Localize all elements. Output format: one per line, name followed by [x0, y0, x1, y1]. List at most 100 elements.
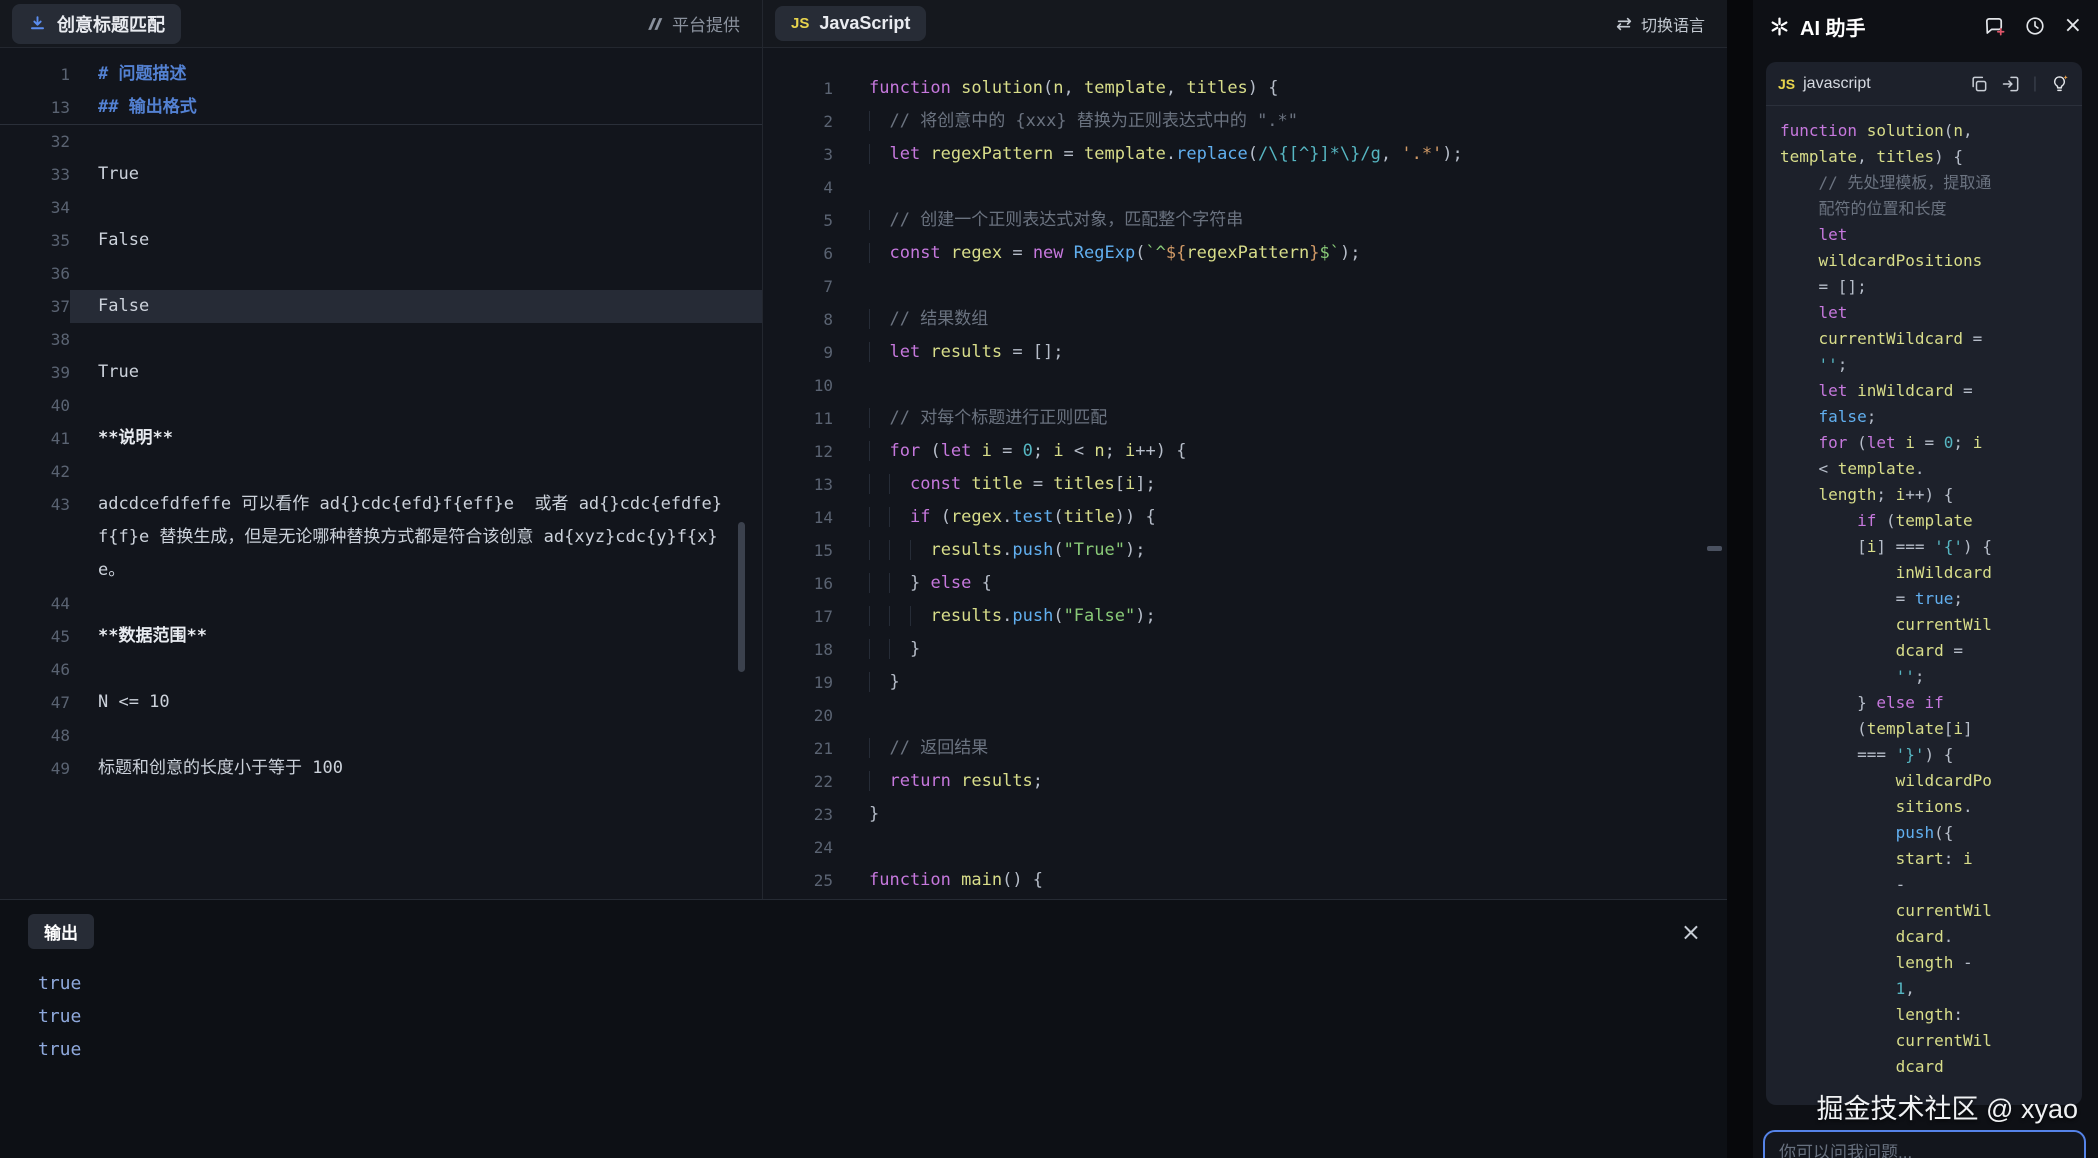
- swap-arrows-icon: [1615, 17, 1633, 31]
- code-line: 11 // 对每个标题进行正则匹配: [763, 402, 1727, 435]
- code-line: 2 // 将创意中的 {xxx} 替换为正则表达式中的 ".*": [763, 105, 1727, 138]
- watermark: 掘金技术社区 @ xyao: [1817, 1087, 2078, 1126]
- markdown-line: 35False: [0, 224, 762, 257]
- output-line: true: [38, 967, 1727, 1000]
- ai-code-line: template, titles) {: [1780, 144, 2068, 170]
- editor-panel: JS JavaScript 切换语言 1function solution(n,…: [763, 0, 1727, 899]
- ai-code-line: dcard =: [1780, 638, 2068, 664]
- ai-code-line: if (template: [1780, 508, 2068, 534]
- ai-code-line: length:: [1780, 1002, 2068, 1028]
- main-column: 创意标题匹配 平台提供 1# 问题描述13## 输出格式3233True3435…: [0, 0, 1727, 1158]
- markdown-line: 46: [0, 653, 762, 686]
- editor-panel-header: JS JavaScript 切换语言: [763, 0, 1727, 48]
- output-console: truetruetrue: [0, 949, 1727, 1066]
- code-line: 1function solution(n, template, titles) …: [763, 72, 1727, 105]
- ai-code-line: let inWildcard =: [1780, 378, 2068, 404]
- ai-code-line: start: i: [1780, 846, 2068, 872]
- markdown-line: 42: [0, 455, 762, 488]
- ai-code-line: dcard: [1780, 1054, 2068, 1080]
- language-tab[interactable]: JS JavaScript: [775, 6, 926, 41]
- ai-code-line: dcard.: [1780, 924, 2068, 950]
- code-line: 21 // 返回结果: [763, 732, 1727, 765]
- ai-code-line: < template.: [1780, 456, 2068, 482]
- ai-code-line: let: [1780, 222, 2068, 248]
- workspace: 创意标题匹配 平台提供 1# 问题描述13## 输出格式3233True3435…: [0, 0, 1727, 899]
- app-window: 创意标题匹配 平台提供 1# 问题描述13## 输出格式3233True3435…: [0, 0, 2098, 1158]
- markdown-line: 32: [0, 125, 762, 158]
- ai-code-line: currentWildcard =: [1780, 326, 2068, 352]
- problem-scrollbar-thumb[interactable]: [738, 522, 745, 672]
- code-line: 25function main() {: [763, 864, 1727, 897]
- problem-source-view[interactable]: 1# 问题描述13## 输出格式3233True3435False3637Fal…: [0, 48, 762, 899]
- ai-code-line: length -: [1780, 950, 2068, 976]
- problem-tab[interactable]: 创意标题匹配: [12, 4, 181, 44]
- code-line: 19 }: [763, 666, 1727, 699]
- editor-scrollbar-marker[interactable]: [1707, 546, 1722, 551]
- ai-code-line: push({: [1780, 820, 2068, 846]
- ai-code-card-actions: |: [1969, 73, 2070, 94]
- ai-chat-input[interactable]: [1779, 1143, 2070, 1158]
- code-line: 4: [763, 171, 1727, 204]
- ai-code-block[interactable]: function solution(n,template, titles) { …: [1766, 106, 2082, 1092]
- output-tab[interactable]: 输出: [28, 914, 94, 949]
- ai-code-line: for (let i = 0; i: [1780, 430, 2068, 456]
- ai-code-line: currentWil: [1780, 1028, 2068, 1054]
- ai-code-line: 1,: [1780, 976, 2068, 1002]
- output-close-icon[interactable]: ×: [1681, 920, 1701, 944]
- platform-logo-icon: [644, 16, 664, 32]
- ai-code-card: JS javascript |: [1766, 62, 2082, 1105]
- ai-code-line: = [];: [1780, 274, 2068, 300]
- ai-code-line: 配符的位置和长度: [1780, 196, 2068, 222]
- language-tab-label: JavaScript: [819, 13, 910, 34]
- code-line: 14 if (regex.test(title)) {: [763, 501, 1727, 534]
- markdown-line: 33True: [0, 158, 762, 191]
- code-line: 3 let regexPattern = template.replace(/\…: [763, 138, 1727, 171]
- ai-code-line: (template[i]: [1780, 716, 2068, 742]
- markdown-line: 39True: [0, 356, 762, 389]
- lightbulb-icon[interactable]: [2049, 73, 2070, 94]
- ai-spark-icon: [1769, 16, 1790, 37]
- output-header: 输出 ×: [0, 900, 1727, 949]
- ai-assistant-panel: AI 助手 × JS javascript: [1753, 0, 2098, 1158]
- ai-code-line: wildcardPositions: [1780, 248, 2068, 274]
- copy-icon[interactable]: [1969, 74, 1989, 94]
- ai-code-line: wildcardPo: [1780, 768, 2068, 794]
- markdown-line: 34: [0, 191, 762, 224]
- markdown-line: 40: [0, 389, 762, 422]
- insert-code-icon[interactable]: [2001, 74, 2021, 94]
- ai-code-line: === '}') {: [1780, 742, 2068, 768]
- markdown-line: 44: [0, 587, 762, 620]
- js-badge: JS: [1778, 76, 1795, 92]
- markdown-line: 37False: [0, 290, 762, 323]
- toolbar-divider: |: [2033, 75, 2037, 93]
- code-editor[interactable]: 1function solution(n, template, titles) …: [763, 48, 1727, 899]
- js-badge: JS: [791, 15, 809, 32]
- code-line: 8 // 结果数组: [763, 303, 1727, 336]
- ai-close-icon[interactable]: ×: [2064, 15, 2082, 37]
- markdown-line: 13## 输出格式: [0, 91, 762, 125]
- ai-code-line: inWildcard: [1780, 560, 2068, 586]
- code-line: 18 }: [763, 633, 1727, 666]
- code-line: 10: [763, 369, 1727, 402]
- code-line: 9 let results = [];: [763, 336, 1727, 369]
- switch-language-button[interactable]: 切换语言: [1615, 12, 1705, 36]
- platform-provided-label: 平台提供: [644, 11, 740, 36]
- ai-code-line: = true;: [1780, 586, 2068, 612]
- ai-panel-header: AI 助手 ×: [1753, 0, 2098, 52]
- markdown-line: 48: [0, 719, 762, 752]
- ai-code-line: -: [1780, 872, 2068, 898]
- markdown-line: 41**说明**: [0, 422, 762, 455]
- ai-code-line: length; i++) {: [1780, 482, 2068, 508]
- ai-code-line: let: [1780, 300, 2068, 326]
- code-line: 24: [763, 831, 1727, 864]
- markdown-line: 38: [0, 323, 762, 356]
- problem-tab-label: 创意标题匹配: [57, 11, 165, 37]
- markdown-line: 36: [0, 257, 762, 290]
- new-chat-icon[interactable]: [1983, 15, 2006, 38]
- ai-code-line: sitions.: [1780, 794, 2068, 820]
- ai-panel-actions: ×: [1983, 15, 2082, 38]
- markdown-line: 49标题和创意的长度小于等于 100: [0, 752, 762, 785]
- ai-code-line: } else if: [1780, 690, 2068, 716]
- history-icon[interactable]: [2024, 15, 2046, 37]
- ai-code-line: currentWil: [1780, 612, 2068, 638]
